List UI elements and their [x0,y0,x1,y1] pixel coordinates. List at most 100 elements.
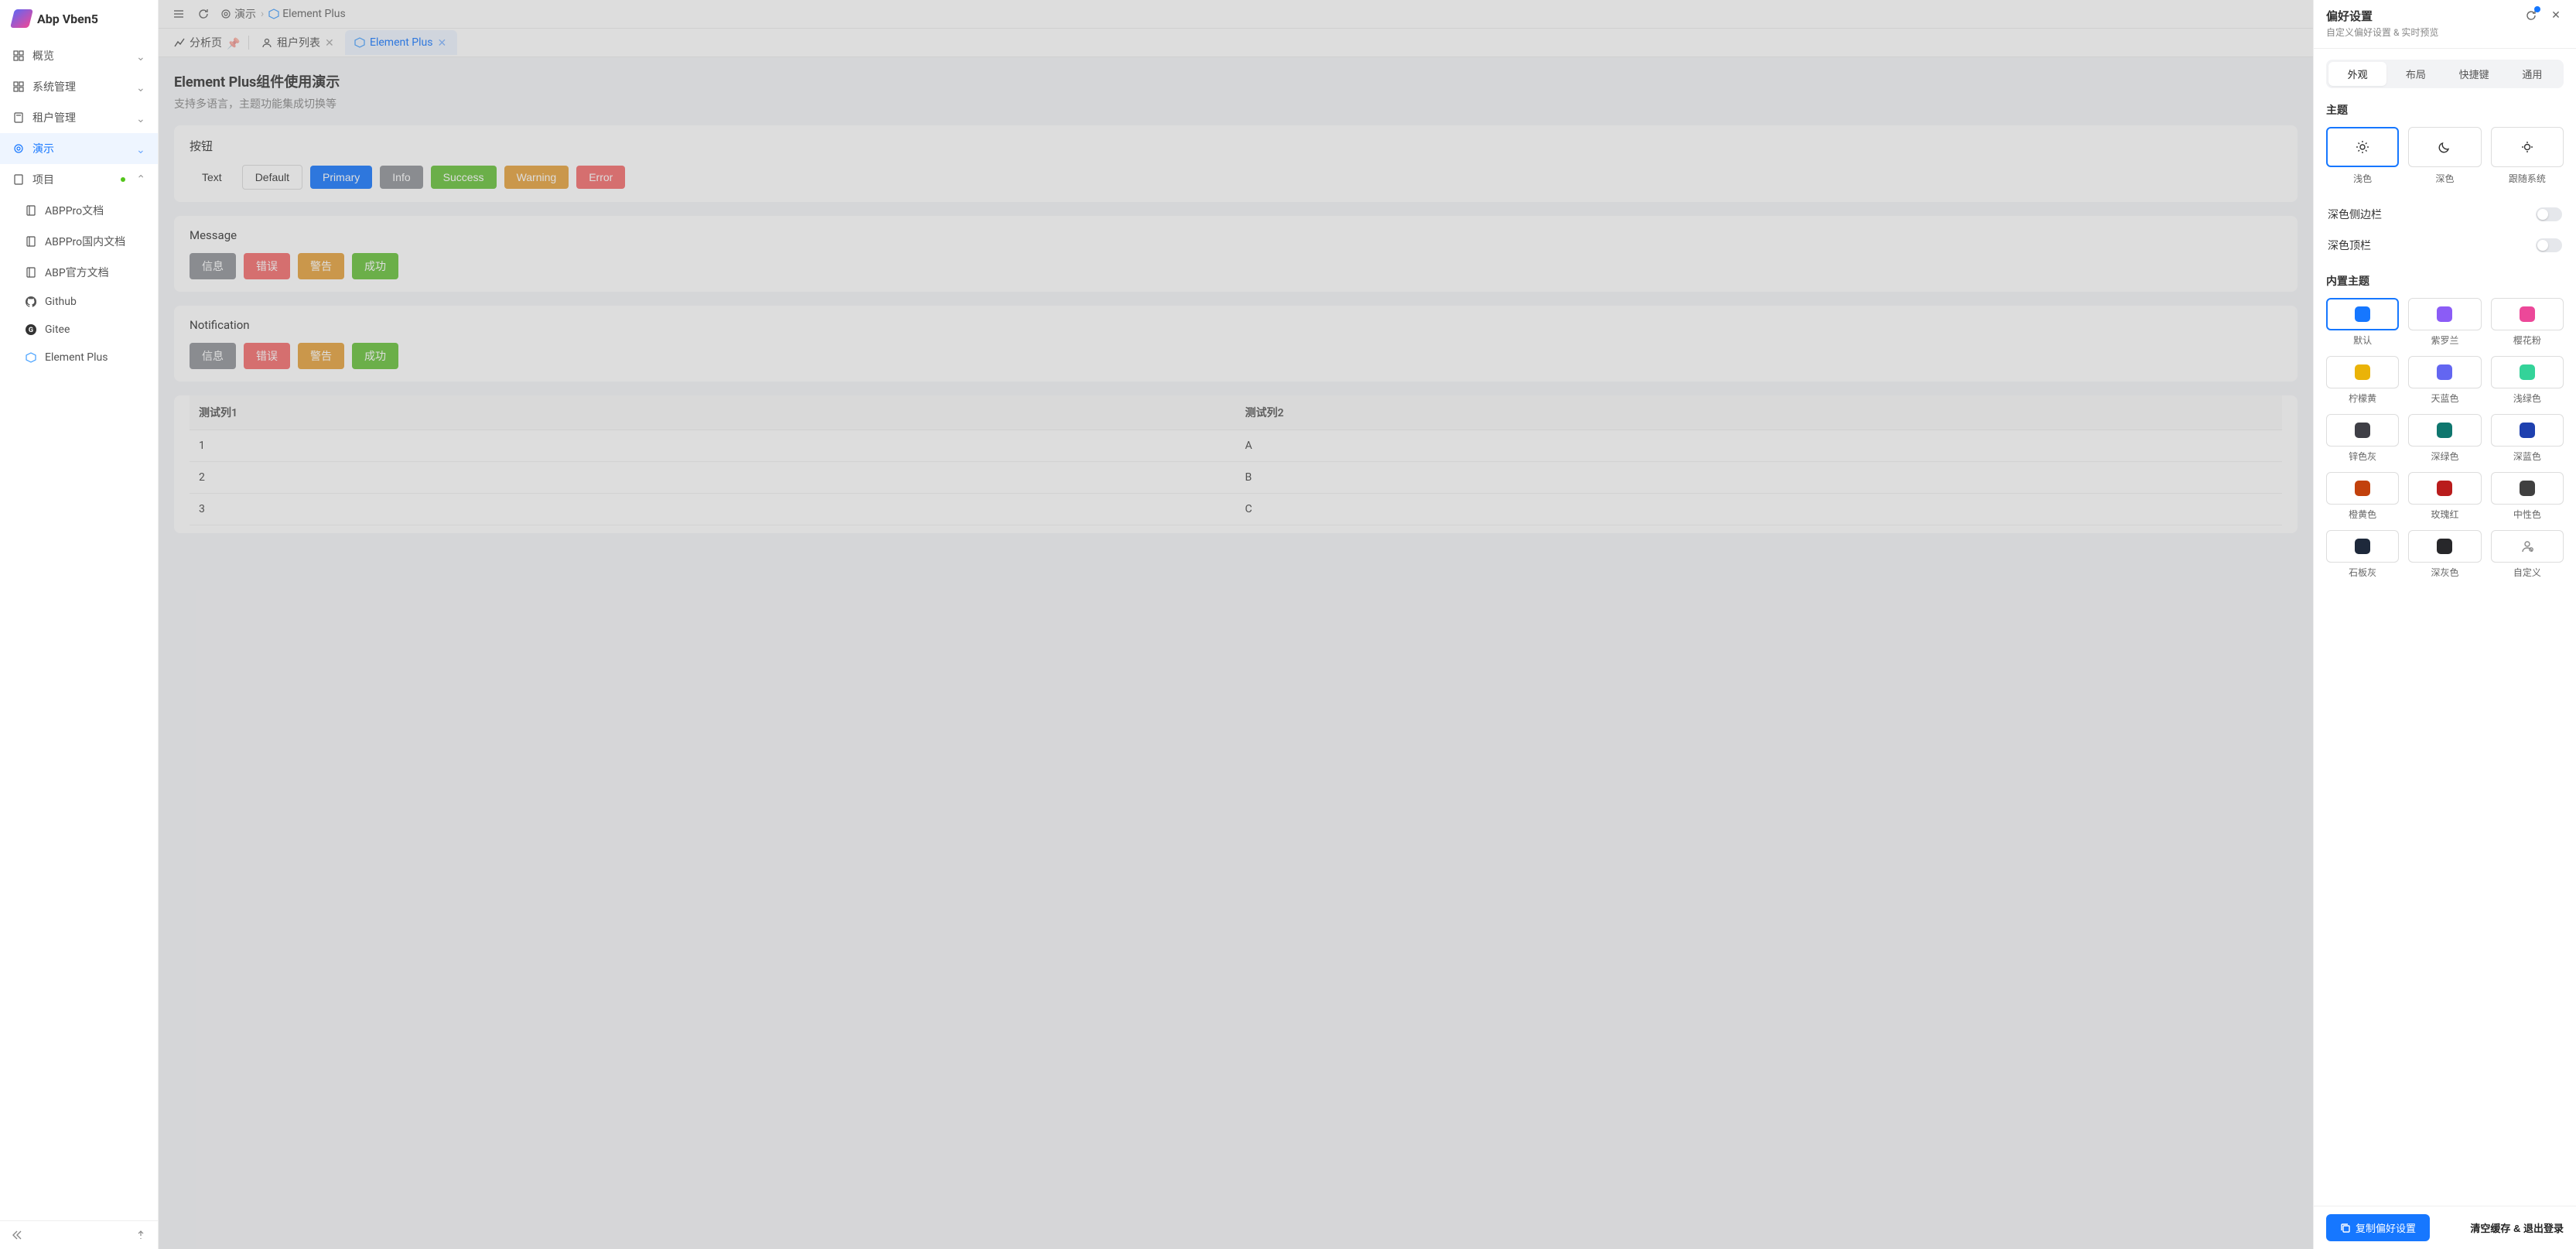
refresh-button[interactable] [196,6,211,22]
close-icon[interactable]: ✕ [325,37,336,48]
notification-error-button[interactable]: 错误 [244,343,290,369]
nav-label: ABPPro文档 [45,203,145,218]
notification-info-button[interactable]: 信息 [190,343,236,369]
message-info-button[interactable]: 信息 [190,253,236,279]
menu-toggle-button[interactable] [171,6,186,22]
github-icon [25,296,37,308]
sidebar-sub-element-plus[interactable]: Element Plus [0,344,158,371]
close-icon[interactable]: ✕ [437,37,448,48]
color-swatch [2437,364,2452,380]
sidebar-sub-abp-official[interactable]: ABP官方文档 [0,257,158,288]
breadcrumb: 演示 › Element Plus [220,6,346,22]
tab-element-plus[interactable]: Element Plus ✕ [345,30,457,55]
sidebar-sub-github[interactable]: Github [0,288,158,316]
sidebar-item-project[interactable]: 项目 ⌄ [0,164,158,195]
color-swatch [2437,306,2452,322]
sidebar-sub-gitee[interactable]: G Gitee [0,316,158,344]
notification-success-button[interactable]: 成功 [352,343,398,369]
chart-icon [174,37,185,48]
dark-header-switch[interactable] [2536,238,2562,252]
pin-sidebar-button[interactable] [133,1227,149,1243]
theme-color-12[interactable] [2326,530,2399,563]
badge-dot [121,177,125,182]
seg-general[interactable]: 通用 [2503,62,2561,86]
theme-color-10[interactable] [2408,472,2481,505]
theme-system-button[interactable] [2491,127,2564,167]
sidebar-item-demo[interactable]: 演示 ⌄ [0,133,158,164]
notification-warning-button[interactable]: 警告 [298,343,344,369]
tab-separator [248,36,249,50]
dark-sidebar-switch[interactable] [2536,207,2562,221]
pin-icon: 📌 [227,38,236,47]
error-button[interactable]: Error [576,166,625,189]
breadcrumb-demo[interactable]: 演示 [220,6,256,22]
target-icon [220,9,231,19]
card-title: 按钮 [190,138,2282,154]
default-button[interactable]: Default [242,165,302,190]
chevron-down-icon: ⌄ [136,113,145,122]
theme-color-1[interactable] [2408,298,2481,330]
theme-color-5[interactable] [2491,356,2564,388]
card-message: Message 信息 错误 警告 成功 [174,216,2298,292]
message-error-button[interactable]: 错误 [244,253,290,279]
theme-color-6[interactable] [2326,414,2399,447]
primary-button[interactable]: Primary [310,166,372,189]
color-label: 深绿色 [2408,450,2481,463]
theme-color-7[interactable] [2408,414,2481,447]
card-title: Notification [190,318,2282,332]
breadcrumb-element-plus[interactable]: Element Plus [268,8,345,20]
page-title: Element Plus组件使用演示 [174,71,2298,91]
theme-color-3[interactable] [2326,356,2399,388]
text-button[interactable]: Text [190,166,234,189]
nav-label: Gitee [45,323,145,336]
theme-color-14[interactable] [2491,530,2564,563]
theme-color-8[interactable] [2491,414,2564,447]
color-swatch [2520,481,2535,496]
table-header: 测试列2 [1236,395,2283,430]
theme-light-button[interactable] [2326,127,2399,167]
color-label: 紫罗兰 [2408,334,2481,347]
section-theme-title: 主题 [2326,102,2564,118]
app-logo[interactable]: Abp Vben5 [0,0,158,37]
info-button[interactable]: Info [380,166,422,189]
reset-preferences-button[interactable] [2523,8,2539,23]
user-icon [2520,539,2534,553]
theme-dark-button[interactable] [2408,127,2481,167]
color-label: 橙黄色 [2326,508,2399,521]
sidebar-sub-abppro-doc[interactable]: ABPPro文档 [0,195,158,226]
tab-analytics[interactable]: 分析页 📌 [165,29,245,56]
theme-color-13[interactable] [2408,530,2481,563]
theme-color-11[interactable] [2491,472,2564,505]
data-table: 测试列1 测试列2 1A 2B 3C [190,395,2282,525]
copy-preferences-button[interactable]: 复制偏好设置 [2326,1214,2430,1241]
color-label: 石板灰 [2326,566,2399,579]
tab-tenant-list[interactable]: 租户列表 ✕ [252,29,345,56]
color-swatch [2355,423,2370,438]
message-warning-button[interactable]: 警告 [298,253,344,279]
sidebar-sub-abppro-cn[interactable]: ABPPro国内文档 [0,226,158,257]
seg-layout[interactable]: 布局 [2386,62,2444,86]
theme-color-2[interactable] [2491,298,2564,330]
collapse-sidebar-button[interactable] [9,1227,25,1243]
seg-appearance[interactable]: 外观 [2328,62,2386,86]
theme-color-4[interactable] [2408,356,2481,388]
clear-logout-button[interactable]: 清空缓存 & 退出登录 [2470,1220,2564,1235]
sidebar-item-overview[interactable]: 概览 ⌄ [0,40,158,71]
message-success-button[interactable]: 成功 [352,253,398,279]
drawer-title: 偏好设置 [2326,8,2438,24]
color-swatch [2437,423,2452,438]
color-label: 中性色 [2491,508,2564,521]
grid-icon [12,80,25,93]
seg-shortcuts[interactable]: 快捷键 [2445,62,2503,86]
target-icon [12,142,25,155]
close-drawer-button[interactable]: ✕ [2548,8,2564,23]
color-swatch [2520,306,2535,322]
nav-label: ABP官方文档 [45,265,145,280]
sidebar-item-tenant[interactable]: 租户管理 ⌄ [0,102,158,133]
warning-button[interactable]: Warning [504,166,569,189]
success-button[interactable]: Success [431,166,497,189]
sidebar-item-system[interactable]: 系统管理 ⌄ [0,71,158,102]
theme-color-0[interactable] [2326,298,2399,330]
page-content: Element Plus组件使用演示 支持多语言，主题功能集成切换等 按钮 Te… [159,57,2313,1249]
theme-color-9[interactable] [2326,472,2399,505]
